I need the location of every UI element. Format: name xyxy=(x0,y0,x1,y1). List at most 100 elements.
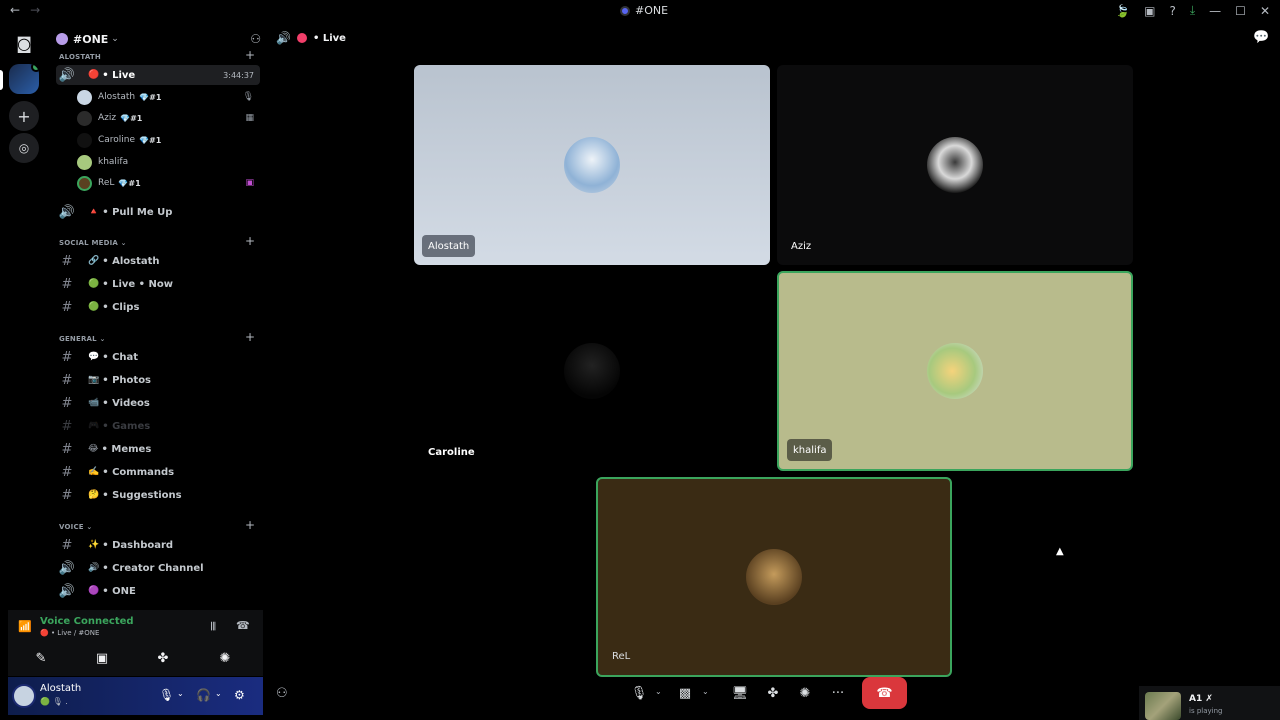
video-tile[interactable]: Aziz xyxy=(777,65,1133,265)
voice-user[interactable]: Aziz 💎 #1 ▦ xyxy=(77,108,260,128)
text-channel[interactable]: # 🟢 • Live • Now xyxy=(56,274,260,294)
noise-suppression-icon[interactable]: 𝄃𝄃 xyxy=(211,620,216,634)
server-name: #ONE xyxy=(73,32,109,46)
server-header-icon xyxy=(56,33,68,45)
speaker-icon: 🔊 xyxy=(58,560,76,576)
voice-channel[interactable]: 🔊 🔊 • Creator Channel xyxy=(56,558,260,578)
headset-icon[interactable]: 🎧 xyxy=(196,688,211,702)
voice-user-name: Caroline xyxy=(98,135,136,145)
text-channel[interactable]: # 📷 • Photos xyxy=(56,370,260,390)
category-general[interactable]: GENERAL ⌄ xyxy=(59,335,106,343)
more-options-icon[interactable]: ··· xyxy=(828,680,848,706)
tile-name-label: Aziz xyxy=(791,240,812,252)
voice-connected-channel[interactable]: 🔴 • Live / #ONE xyxy=(40,629,99,637)
end-call-button[interactable]: ☎ xyxy=(862,677,907,709)
create-channel-icon[interactable]: + xyxy=(245,518,255,532)
activity-status: is playing xyxy=(1189,707,1223,715)
soundboard-button[interactable]: ✺ xyxy=(202,646,248,670)
maximize-icon[interactable]: ☐ xyxy=(1235,4,1246,18)
camera-off-icon[interactable]: ▩ xyxy=(676,680,694,706)
activities-button[interactable]: ✤ xyxy=(140,646,186,670)
forward-arrow-icon[interactable]: → xyxy=(30,3,40,17)
category-alostath[interactable]: ALOSTATH xyxy=(59,53,101,61)
gem-icon: 💎 xyxy=(118,178,129,188)
voice-connected-title[interactable]: Voice Connected xyxy=(40,616,134,627)
create-channel-icon[interactable]: + xyxy=(245,48,255,62)
text-channel[interactable]: # ✍️ • Commands xyxy=(56,462,260,482)
game-thumbnail xyxy=(1145,692,1181,720)
create-channel-icon[interactable]: + xyxy=(245,330,255,344)
mic-icon[interactable]: 🎙 xyxy=(159,688,174,702)
create-channel-icon[interactable]: + xyxy=(245,234,255,248)
user-status: 🟢 🎙 . xyxy=(40,697,68,706)
activities-icon[interactable]: ✤ xyxy=(764,680,782,706)
settings-icon[interactable]: ⚙ xyxy=(234,688,245,702)
close-icon[interactable]: ✕ xyxy=(1260,4,1270,18)
text-channel[interactable]: # 📹 • Videos xyxy=(56,393,260,413)
chevron-down-icon[interactable]: ⌄ xyxy=(655,687,662,696)
link-icon: 🔗 xyxy=(88,256,100,266)
add-friend-icon[interactable]: ⚇ xyxy=(276,686,288,701)
text-channel[interactable]: # 💬 • Chat xyxy=(56,347,260,367)
tile-name-label: Caroline xyxy=(428,446,475,458)
video-camera-icon: 📹 xyxy=(88,398,100,408)
minimize-icon[interactable]: — xyxy=(1209,4,1221,18)
hash-icon: # xyxy=(61,441,73,457)
voice-channel[interactable]: 🔊 🟣 • ONE xyxy=(56,581,260,601)
download-icon[interactable]: ⤓ xyxy=(1190,3,1195,18)
text-channel[interactable]: # 🔗 • Alostath xyxy=(56,251,260,271)
video-tile[interactable]: Alostath xyxy=(414,65,770,265)
laughing-icon: 😂 xyxy=(88,444,99,454)
share-screen-button[interactable]: ▣ xyxy=(79,646,125,670)
avatar[interactable] xyxy=(12,684,36,708)
explore-icon[interactable]: ◎ xyxy=(9,133,39,163)
text-channel-muted[interactable]: # 🎮 • Games xyxy=(56,416,260,436)
inbox-icon[interactable]: ▣ xyxy=(1144,4,1155,18)
leaf-icon[interactable]: 🍃 xyxy=(1115,4,1130,18)
speaker-icon: 🔊 xyxy=(58,67,76,83)
soundboard-icon[interactable]: ✺ xyxy=(796,680,814,706)
speech-bubble-icon: 💬 xyxy=(88,352,100,362)
text-channel[interactable]: # ✨ • Dashboard xyxy=(56,535,260,555)
chevron-down-icon[interactable]: ⌄ xyxy=(215,689,222,698)
invite-icon[interactable]: ⚇ xyxy=(250,32,261,46)
hash-icon: # xyxy=(61,299,73,315)
server-icon-one[interactable] xyxy=(9,64,39,94)
video-tile-speaking[interactable]: ReL xyxy=(596,477,952,677)
text-channel[interactable]: # 🤔 • Suggestions xyxy=(56,485,260,505)
category-voice[interactable]: VOICE ⌄ xyxy=(59,523,92,531)
voice-channel-pull-me-up[interactable]: 🔊 🔺 • Pull Me Up xyxy=(56,202,260,222)
voice-channel-live[interactable]: 🔊 🔴 • Live 3:44:37 xyxy=(56,65,260,85)
channel-label: • Alostath xyxy=(102,255,160,267)
video-tile[interactable]: Caroline xyxy=(414,271,770,471)
user-name[interactable]: Alostath xyxy=(40,683,81,694)
chevron-down-icon[interactable]: ⌄ xyxy=(702,687,709,696)
tile-name-label: Alostath xyxy=(422,235,476,257)
help-icon[interactable]: ? xyxy=(1169,4,1175,18)
category-social-media[interactable]: SOCIAL MEDIA ⌄ xyxy=(59,239,127,247)
gem-icon: 💎 xyxy=(120,113,131,123)
share-screen-icon[interactable]: 🖥 xyxy=(731,680,749,706)
back-arrow-icon[interactable]: ← xyxy=(10,3,20,17)
mic-icon[interactable]: 🎙 xyxy=(630,680,648,706)
disconnect-icon[interactable]: ☎ xyxy=(236,619,250,632)
activity-card[interactable]: A1 ✗ is playing xyxy=(1139,686,1280,720)
server-header[interactable]: #ONE ⌄ ⚇ xyxy=(56,30,261,48)
chevron-down-icon[interactable]: ⌄ xyxy=(177,689,184,698)
signal-icon[interactable]: 📶 xyxy=(18,620,32,633)
chat-icon[interactable]: 💬 xyxy=(1253,30,1269,45)
video-tile-speaking[interactable]: khalifa xyxy=(777,271,1133,471)
green-circle-icon: 🟢 xyxy=(88,302,100,312)
channel-label: • Creator Channel xyxy=(102,562,204,574)
voice-user[interactable]: Alostath 💎 #1 🎙 xyxy=(77,87,260,107)
hash-icon: # xyxy=(61,276,73,292)
voice-user[interactable]: Caroline 💎 #1 xyxy=(77,130,260,150)
window-title: #ONE xyxy=(620,4,668,17)
text-channel[interactable]: # 🟢 • Clips xyxy=(56,297,260,317)
text-channel[interactable]: # 😂 • Memes xyxy=(56,439,260,459)
voice-user[interactable]: ReL 💎 #1 ▣ xyxy=(77,173,260,193)
voice-user[interactable]: khalifa xyxy=(77,152,260,172)
discord-home-icon[interactable]: ◙ xyxy=(9,28,39,58)
camera-off-button[interactable]: ✎ xyxy=(18,646,64,670)
add-server-icon[interactable]: + xyxy=(9,101,39,131)
